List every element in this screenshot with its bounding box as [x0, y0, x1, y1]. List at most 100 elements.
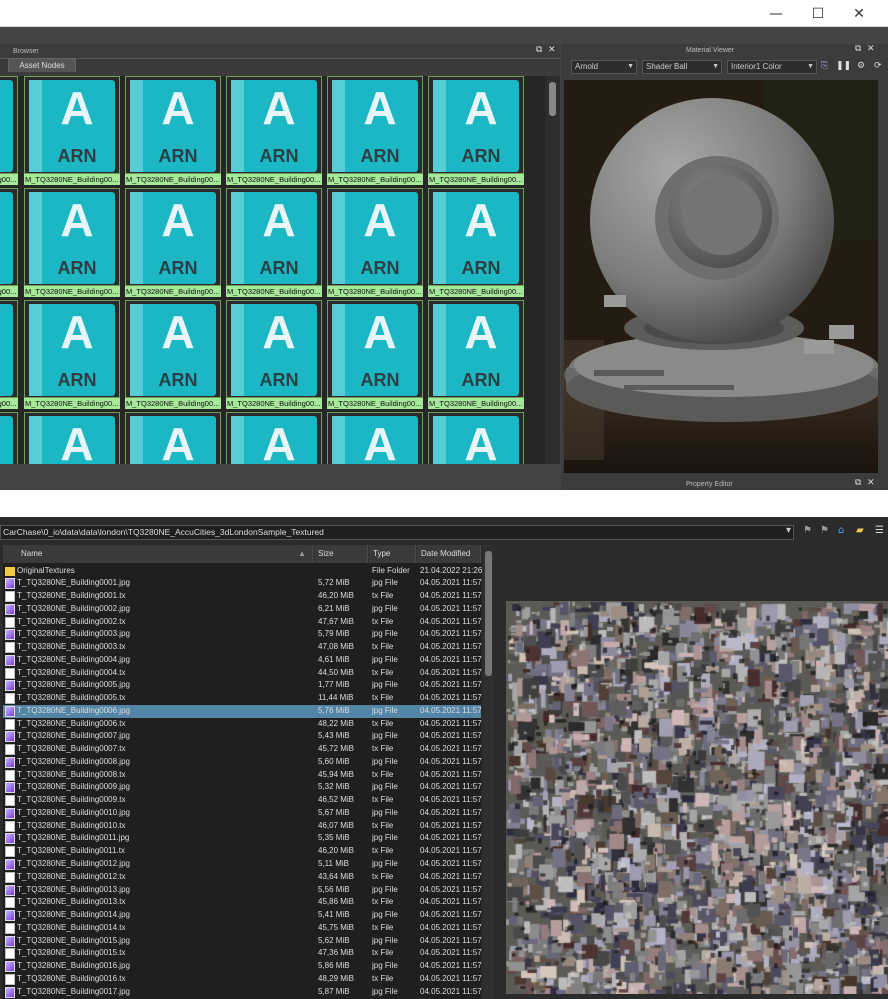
- asset-tile[interactable]: AARN: [0, 412, 18, 464]
- file-date: 04.05.2021 11:57: [420, 948, 482, 958]
- asset-tile[interactable]: AARN: [327, 412, 423, 464]
- asset-tile[interactable]: A ARN M_TQ3280NE_Building00...: [24, 76, 120, 186]
- asset-tile[interactable]: A ARN M_TQ3280NE_Building00...: [428, 76, 524, 186]
- close-icon[interactable]: ✕: [848, 4, 870, 24]
- settings-icon[interactable]: ⚙: [857, 61, 865, 71]
- asset-tile[interactable]: AARN: [226, 412, 322, 464]
- material-render-view[interactable]: [564, 80, 878, 473]
- float-panel-icon[interactable]: ⧉: [855, 44, 861, 54]
- asset-tile[interactable]: A ARN M_TQ3280NE_Building00...: [226, 300, 322, 410]
- file-row[interactable]: T_TQ3280NE_Building0012.tx 43,64 MiB tx Fi…: [3, 871, 482, 884]
- file-date: 04.05.2021 11:57: [420, 769, 482, 779]
- asset-tile[interactable]: A ARN M_TQ3280NE_Building00...: [24, 300, 120, 410]
- home-icon[interactable]: ⌂: [838, 525, 844, 536]
- path-field[interactable]: CarChase\0_io\data\data\london\TQ3280NE_…: [0, 525, 794, 540]
- maximize-icon[interactable]: ☐: [807, 4, 829, 24]
- asset-tile[interactable]: A ARN M_TQ3280NE_Building00...: [226, 188, 322, 298]
- file-row[interactable]: T_TQ3280NE_Building0001.jpg 5,72 MiB jpg F…: [3, 577, 482, 590]
- asset-tile[interactable]: A ARN M_TQ3280NE_Building00...: [0, 188, 18, 298]
- file-row[interactable]: T_TQ3280NE_Building0003.tx 47,08 MiB tx Fi…: [3, 641, 482, 654]
- file-row[interactable]: T_TQ3280NE_Building0003.jpg 5,79 MiB jpg F…: [3, 628, 482, 641]
- file-row[interactable]: T_TQ3280NE_Building0013.jpg 5,56 MiB jpg F…: [3, 884, 482, 897]
- refresh-icon[interactable]: ⟳: [874, 61, 882, 71]
- file-row[interactable]: T_TQ3280NE_Building0006.tx 48,22 MiB tx Fi…: [3, 718, 482, 731]
- close-panel-icon[interactable]: ✕: [548, 45, 556, 55]
- asset-tile[interactable]: AARN: [125, 412, 221, 464]
- file-row[interactable]: T_TQ3280NE_Building0012.jpg 5,11 MiB jpg F…: [3, 858, 482, 871]
- back-icon[interactable]: ⚑: [803, 525, 812, 536]
- asset-tile[interactable]: AARN: [428, 412, 524, 464]
- file-row[interactable]: T_TQ3280NE_Building0002.jpg 6,21 MiB jpg F…: [3, 603, 482, 616]
- column-name[interactable]: Name ▲: [3, 545, 313, 563]
- file-row[interactable]: T_TQ3280NE_Building0011.jpg 5,35 MiB jpg F…: [3, 832, 482, 845]
- file-row[interactable]: T_TQ3280NE_Building0016.jpg 5,86 MiB jpg F…: [3, 960, 482, 973]
- column-size[interactable]: Size: [314, 545, 368, 563]
- asset-tile[interactable]: A ARN M_TQ3280NE_Building00...: [327, 188, 423, 298]
- float-panel-icon[interactable]: ⧉: [855, 478, 861, 488]
- float-panel-icon[interactable]: ⧉: [536, 45, 542, 55]
- file-row[interactable]: T_TQ3280NE_Building0004.tx 44,50 MiB tx Fi…: [3, 667, 482, 680]
- file-row[interactable]: T_TQ3280NE_Building0009.jpg 5,32 MiB jpg F…: [3, 781, 482, 794]
- file-list-scrollbar[interactable]: [483, 545, 494, 999]
- asset-tile[interactable]: A ARN M_TQ3280NE_Building00...: [0, 300, 18, 410]
- camera-icon[interactable]: ⎘: [821, 61, 828, 71]
- file-row[interactable]: T_TQ3280NE_Building0007.jpg 5,43 MiB jpg F…: [3, 730, 482, 743]
- file-row[interactable]: T_TQ3280NE_Building0007.tx 45,72 MiB tx Fi…: [3, 743, 482, 756]
- file-row[interactable]: T_TQ3280NE_Building0004.jpg 4,61 MiB jpg F…: [3, 654, 482, 667]
- file-row[interactable]: T_TQ3280NE_Building0006.jpg 5,76 MiB jpg F…: [3, 704, 482, 718]
- column-date[interactable]: Date Modified: [417, 545, 481, 563]
- column-type[interactable]: Type: [369, 545, 416, 563]
- new-folder-icon[interactable]: ▰: [856, 525, 864, 536]
- asset-tile[interactable]: A ARN M_TQ3280NE_Building00...: [125, 188, 221, 298]
- file-row[interactable]: T_TQ3280NE_Building0011.tx 46,20 MiB tx Fi…: [3, 845, 482, 858]
- tile-label: M_TQ3280NE_Building00...: [0, 398, 18, 409]
- scrollbar-thumb[interactable]: [485, 551, 492, 676]
- asset-tile[interactable]: A ARN M_TQ3280NE_Building00...: [428, 188, 524, 298]
- view-options-icon[interactable]: ☰: [875, 525, 884, 536]
- asset-tile[interactable]: A ARN M_TQ3280NE_Building00...: [24, 188, 120, 298]
- file-row[interactable]: T_TQ3280NE_Building0016.tx 48,29 MiB tx Fi…: [3, 973, 482, 986]
- tab-asset-nodes[interactable]: Asset Nodes: [8, 58, 76, 72]
- file-row[interactable]: T_TQ3280NE_Building0010.tx 46,07 MiB tx Fi…: [3, 820, 482, 833]
- file-row[interactable]: T_TQ3280NE_Building0008.tx 45,94 MiB tx Fi…: [3, 769, 482, 782]
- pause-icon[interactable]: ❚❚: [836, 61, 851, 71]
- minimize-icon[interactable]: —: [765, 4, 787, 24]
- chevron-down-icon[interactable]: ▾: [786, 525, 791, 536]
- asset-tile[interactable]: A ARN M_TQ3280NE_Building00...: [327, 76, 423, 186]
- asset-tile[interactable]: A ARN M_TQ3280NE_Building00...: [327, 300, 423, 410]
- file-row[interactable]: T_TQ3280NE_Building0010.jpg 5,67 MiB jpg F…: [3, 807, 482, 820]
- file-row[interactable]: T_TQ3280NE_Building0008.jpg 5,60 MiB jpg F…: [3, 756, 482, 769]
- environment-dropdown[interactable]: Interior1 Color ▼: [727, 60, 817, 74]
- file-name: T_TQ3280NE_Building0009.tx: [17, 795, 126, 805]
- file-name: T_TQ3280NE_Building0003.tx: [17, 642, 126, 652]
- file-row[interactable]: T_TQ3280NE_Building0002.tx 47,67 MiB tx Fi…: [3, 616, 482, 629]
- asset-tile[interactable]: A ARN M_TQ3280NE_Building00...: [125, 76, 221, 186]
- asset-tile[interactable]: A ARN M_TQ3280NE_Building00...: [0, 76, 18, 186]
- file-row[interactable]: T_TQ3280NE_Building0015.tx 47,36 MiB tx Fi…: [3, 947, 482, 960]
- close-panel-icon[interactable]: ✕: [867, 44, 875, 54]
- renderer-dropdown[interactable]: Arnold ▼: [571, 60, 637, 74]
- tile-text: ARN: [360, 370, 400, 390]
- texture-preview-image: [506, 601, 888, 994]
- asset-tile[interactable]: A ARN M_TQ3280NE_Building00...: [428, 300, 524, 410]
- asset-tile[interactable]: A ARN M_TQ3280NE_Building00...: [226, 76, 322, 186]
- file-row[interactable]: T_TQ3280NE_Building0013.tx 45,86 MiB tx Fi…: [3, 896, 482, 909]
- file-row[interactable]: T_TQ3280NE_Building0014.jpg 5,41 MiB jpg F…: [3, 909, 482, 922]
- file-row[interactable]: T_TQ3280NE_Building0014.tx 45,75 MiB tx Fi…: [3, 922, 482, 935]
- forward-icon[interactable]: ⚑: [820, 525, 829, 536]
- file-date: 04.05.2021 11:57: [420, 744, 482, 754]
- file-row[interactable]: T_TQ3280NE_Building0005.tx 11,44 MiB tx Fi…: [3, 692, 482, 705]
- close-panel-icon[interactable]: ✕: [867, 478, 875, 488]
- browser-scrollbar[interactable]: [545, 76, 560, 464]
- file-row[interactable]: T_TQ3280NE_Building0005.jpg 1,77 MiB jpg F…: [3, 679, 482, 692]
- file-row[interactable]: T_TQ3280NE_Building0009.tx 46,52 MiB tx Fi…: [3, 794, 482, 807]
- geometry-dropdown[interactable]: Shader Ball ▼: [642, 60, 722, 74]
- file-row[interactable]: OriginalTextures File Folder 21.04.2022 21…: [3, 565, 482, 578]
- file-row[interactable]: T_TQ3280NE_Building0001.tx 46,20 MiB tx Fi…: [3, 590, 482, 603]
- scrollbar-thumb[interactable]: [549, 82, 556, 116]
- asset-tile[interactable]: AARN: [24, 412, 120, 464]
- file-row[interactable]: T_TQ3280NE_Building0015.jpg 5,62 MiB jpg F…: [3, 935, 482, 948]
- asset-tile[interactable]: A ARN M_TQ3280NE_Building00...: [125, 300, 221, 410]
- file-row[interactable]: T_TQ3280NE_Building0017.jpg 5,87 MiB jpg F…: [3, 986, 482, 999]
- file-name: T_TQ3280NE_Building0001.jpg: [17, 578, 130, 588]
